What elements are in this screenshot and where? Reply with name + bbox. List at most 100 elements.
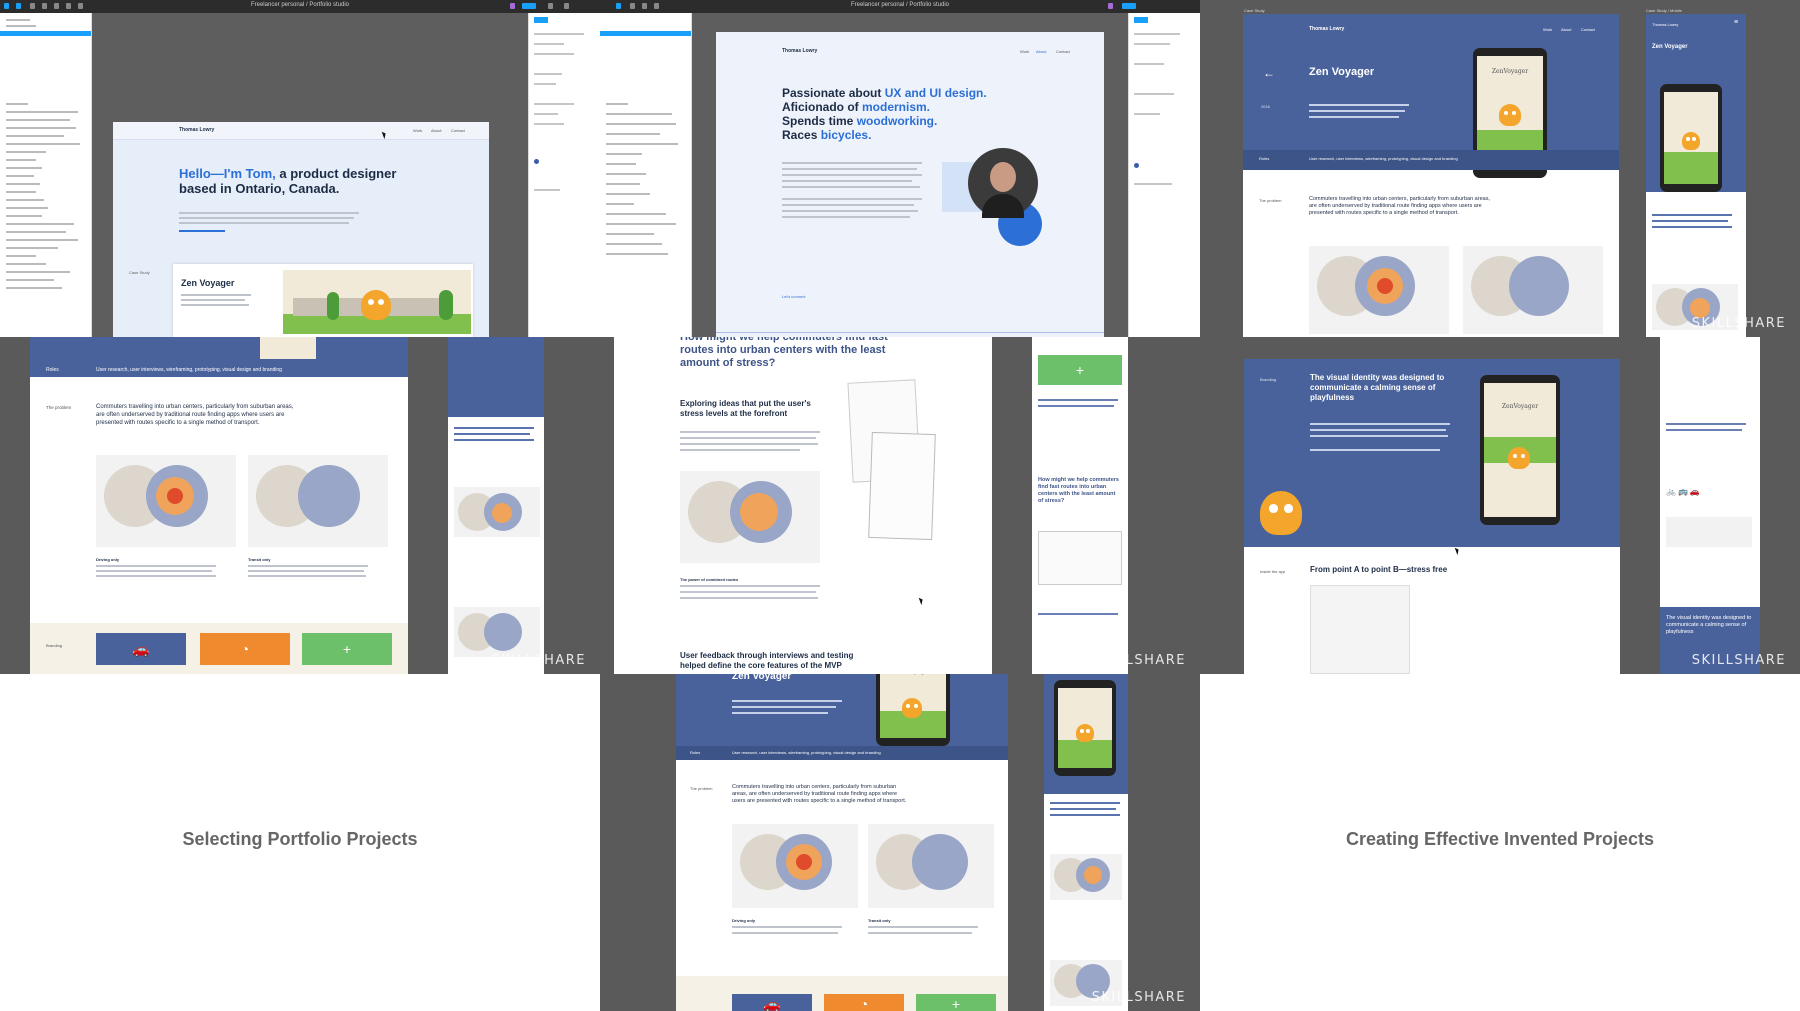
layer-item[interactable] [606,253,668,255]
selected-page[interactable] [0,31,91,36]
layer-item[interactable] [606,203,634,205]
case-study-preview-top: Case Study Thomas Lowry Work About Conta… [1200,0,1800,337]
layer-item[interactable] [6,263,46,265]
layer-item[interactable] [606,113,672,115]
layer-item[interactable] [6,207,48,209]
layer-item[interactable] [6,167,42,169]
figma-editor-about: Freelancer personal / Portfolio studio T… [600,0,1200,337]
card-project-title: Zen Voyager [181,278,235,288]
roles-strip: Roles User research, user interviews, wi… [30,337,408,377]
layer-item[interactable] [6,247,58,249]
layer-item[interactable] [6,239,78,241]
layer-item[interactable] [6,223,74,225]
layer-item[interactable] [6,183,40,185]
case-desktop-scrolled[interactable]: Roles User research, user interviews, wi… [30,337,408,674]
nav-about[interactable]: About [1036,49,1046,54]
nav-about[interactable]: About [431,128,441,133]
layer-item[interactable] [6,143,80,145]
transit-only-label: Transit only [868,918,891,923]
layer-item[interactable] [6,279,54,281]
layer-item[interactable] [606,173,646,175]
hamburger-icon[interactable]: ≡ [1734,19,1738,26]
home-artboard[interactable]: Thomas Lowry Work About Contact Hello—I'… [113,122,489,337]
about-artboard[interactable]: Thomas Lowry Work About Contact Passiona… [716,32,1104,337]
case-desktop-identity[interactable]: Branding The visual identity was designe… [1244,359,1620,674]
layer-item[interactable] [6,151,46,153]
layers-panel [600,13,692,337]
lets-connect-link[interactable]: Let's connect [782,294,805,299]
selected-page[interactable] [600,31,691,36]
nav-work[interactable]: Work [1543,27,1552,32]
layer-item[interactable] [6,175,34,177]
back-arrow-icon[interactable]: ← [1263,66,1275,80]
layer-item[interactable] [6,255,36,257]
nav-contact[interactable]: Contact [451,128,465,133]
layer-item[interactable] [6,119,70,121]
avatar[interactable] [510,3,515,9]
nav-contact[interactable]: Contact [1581,27,1595,32]
layer-item[interactable] [606,133,660,135]
layer-item[interactable] [606,213,666,215]
site-owner[interactable]: Thomas Lowry [782,48,817,54]
share-button[interactable] [1122,3,1136,9]
nav-work[interactable]: Work [1020,49,1029,54]
prop-row [1134,113,1160,115]
layer-item[interactable] [6,111,78,113]
page-item[interactable] [6,25,36,27]
case-mobile-scrolled[interactable] [448,337,544,674]
prop-row [534,189,560,191]
case-mobile-bottom[interactable] [1044,674,1128,1011]
pages-header [6,19,30,21]
layer-item[interactable] [606,183,640,185]
case-desktop-bottom[interactable]: Zen Voyager ZenVoyager Roles User resear… [676,674,1008,1011]
layer-item[interactable] [606,193,650,195]
layer-item[interactable] [606,123,676,125]
layer-item[interactable] [6,135,64,137]
gauge-icon: ◔ [824,994,904,1011]
case-study-mobile[interactable]: Thomas Lowry ≡ Zen Voyager [1646,14,1746,337]
avatar[interactable] [1108,3,1113,9]
case-mobile-hmw[interactable]: + How might we help commuters find fast … [1032,337,1128,674]
layer-item[interactable] [606,223,676,225]
layer-item[interactable] [606,163,636,165]
site-owner[interactable]: Thomas Lowry [179,127,214,133]
case-desktop-hmw[interactable]: How might we help commuters find fast ro… [614,337,992,674]
layer-item[interactable] [6,215,42,217]
color-swatch[interactable] [534,159,539,164]
body-line [680,443,818,445]
skillshare-watermark: SKILLSHARE [1691,316,1786,331]
layer-item[interactable] [606,143,678,145]
identity-band: Branding The visual identity was designe… [1244,359,1620,547]
layer-item[interactable] [6,231,66,233]
hero-link[interactable] [179,230,225,232]
nav-contact[interactable]: Contact [1056,49,1070,54]
avatar-photo [968,148,1038,218]
mascot-icon [361,290,391,320]
about-body-line [782,174,922,176]
layer-item[interactable] [6,287,62,289]
design-tab[interactable] [534,17,548,23]
case-study-card[interactable]: Zen Voyager [173,264,473,337]
venn-card-driving [732,824,858,908]
share-button[interactable] [522,3,536,9]
layer-item[interactable] [6,159,36,161]
layer-item[interactable] [6,127,76,129]
layer-item[interactable] [6,199,44,201]
case-study-desktop[interactable]: Thomas Lowry Work About Contact ← Zen Vo… [1243,14,1619,337]
case-mobile-identity[interactable]: 🚲🚌🚗 The visual identity was designed to … [1660,337,1760,674]
site-owner[interactable]: Thomas Lowry [1309,26,1344,32]
mascot-icon [1260,491,1302,535]
layer-item[interactable] [6,191,36,193]
branding-label: Branding [1260,377,1277,382]
nav-work[interactable]: Work [413,128,422,133]
color-swatch[interactable] [1134,163,1139,168]
layer-item[interactable] [606,233,654,235]
layer-item[interactable] [606,243,662,245]
nav-about[interactable]: About [1561,27,1571,32]
layer-item[interactable] [606,153,642,155]
skillshare-watermark: SKILLSHARE [1091,990,1186,1005]
present-icon[interactable] [548,3,553,9]
layer-item[interactable] [6,271,70,273]
zoom-control[interactable] [564,3,569,9]
design-tab[interactable] [1134,17,1148,23]
